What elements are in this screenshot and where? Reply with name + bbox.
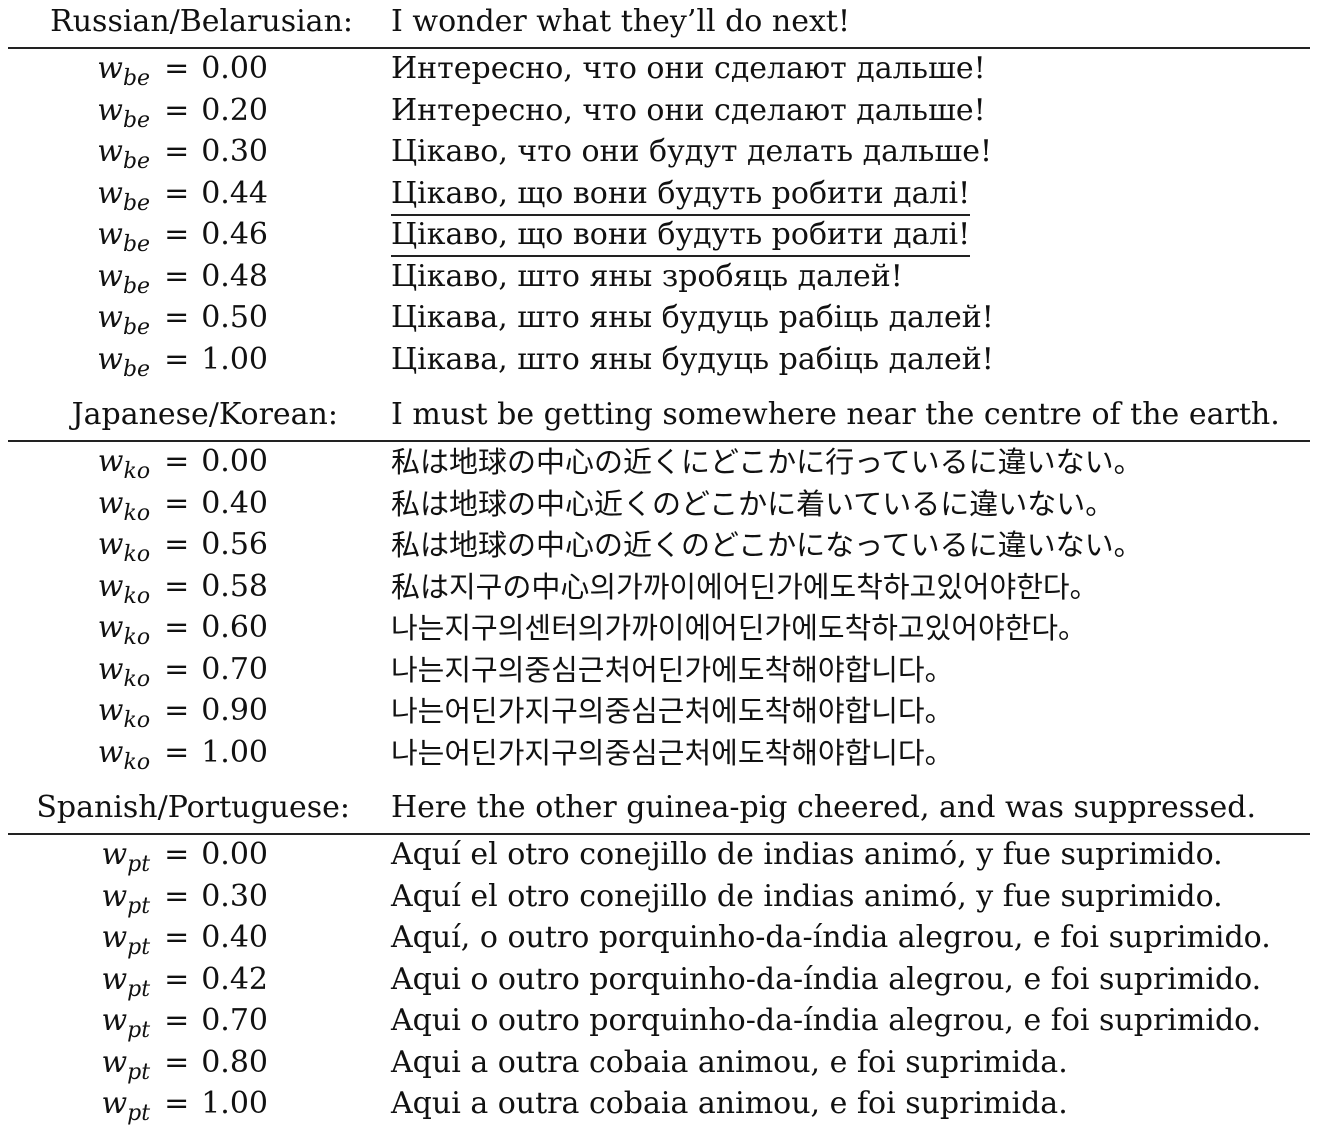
table-row: wko = 0.40 私は地球の中心近くのどこかに着いているに違いない。 — [0, 484, 1318, 526]
table-row: wko = 0.70 나는지구의중심근처어딘가에도착해야합니다。 — [0, 650, 1318, 692]
table-row: wpt = 0.00 Aquí el otro conejillo de india… — [0, 835, 1318, 877]
source-sentence: Here the other guinea-pig cheered, and w… — [391, 790, 1256, 825]
section-header: Japanese/Korean: I must be getting somew… — [8, 393, 1310, 442]
translation-output: Aqui a outra cobaia animou, e foi suprim… — [391, 1086, 1068, 1121]
weight-cell: wko = 1.00 — [97, 734, 268, 775]
translation-output: 나는어딘가지구의중심근처에도착해야합니다。 — [391, 735, 954, 770]
translation-output: Aqui o outro porquinho-da-índia alegrou,… — [391, 1003, 1262, 1038]
table-row: wpt = 0.80 Aqui a outra cobaia animou, e f… — [0, 1043, 1318, 1085]
translation-output: Цікава, што яны будуць рабіць далей! — [391, 300, 994, 335]
table-row: wpt = 0.42 Aqui o outro porquinho-da-índia… — [0, 960, 1318, 1002]
section-header: Spanish/Portuguese: Here the other guine… — [8, 786, 1310, 835]
table-row: wbe = 1.00 Цікава, што яны будуць рабіць д… — [0, 340, 1318, 382]
table-row: wpt = 0.30 Aquí el otro conejillo de india… — [0, 877, 1318, 919]
translation-output: Цікаво, що вони будуть робити далі! — [391, 175, 971, 216]
table-row: wbe = 0.30 Цікаво, что они будут делать да… — [0, 132, 1318, 174]
table-row: wpt = 1.00 Aqui a outra cobaia animou, e f… — [0, 1084, 1318, 1126]
translation-output: Aquí el otro conejillo de indias animó, … — [391, 878, 1223, 914]
table-row: wko = 1.00 나는어딘가지구의중심근처에도착해야합니다。 — [0, 733, 1318, 775]
table-row: wpt = 0.70 Aqui o outro porquinho-da-índia… — [0, 1001, 1318, 1043]
translation-output: Aqui o outro porquinho-da-índia alegrou,… — [391, 961, 1262, 997]
translation-weight-table: Russian/Belarusian: I wonder what they’l… — [0, 0, 1318, 1126]
translation-output: Цікаво, що вони будуть робити далі! — [391, 216, 971, 257]
translation-output: Цікаво, что они будут делать дальше! — [391, 134, 993, 169]
translation-output: 나는지구의센터의가까이에어딘가에도착하고있어야한다。 — [391, 611, 1088, 645]
translation-output: 私は지구の中心의가까이에어딘가에도착하고있어야한다。 — [391, 569, 1099, 604]
translation-output: Интересно, что они сделают дальше! — [391, 92, 986, 128]
section-russian-belarusian: Russian/Belarusian: I wonder what they’l… — [0, 0, 1318, 382]
table-row: wko = 0.60 나는지구의센터의가까이에어딘가에도착하고있어야한다。 — [0, 608, 1318, 650]
language-pair-label: Spanish/Portuguese: — [36, 790, 350, 825]
translation-output: Интересно, что они сделают дальше! — [391, 51, 986, 86]
translation-output: Aqui a outra cobaia animou, e foi suprim… — [391, 1044, 1068, 1080]
section-header: Russian/Belarusian: I wonder what they’l… — [8, 0, 1310, 49]
translation-output: 私は地球の中心の近くにどこかに行っているに違いない。 — [391, 445, 1143, 479]
source-sentence: I wonder what they’ll do next! — [391, 4, 851, 39]
table-row: wbe = 0.20 Интересно, что они сделают даль… — [0, 91, 1318, 133]
table-row: wbe = 0.00 Интересно, что они сделают даль… — [0, 49, 1318, 91]
table-row: wbe = 0.46 Цікаво, що вони будуть робити д… — [0, 215, 1318, 257]
table-row: wbe = 0.50 Цікава, што яны будуць рабіць д… — [0, 298, 1318, 340]
table-row: wpt = 0.40 Aquí, o outro porquinho-da-índi… — [0, 918, 1318, 960]
section-japanese-korean: Japanese/Korean: I must be getting somew… — [0, 393, 1318, 775]
table-row: wko = 0.56 私は地球の中心の近くのどこかになっているに違いない。 — [0, 525, 1318, 567]
language-pair-label: Japanese/Korean: — [71, 397, 338, 432]
source-sentence: I must be getting somewhere near the cen… — [391, 397, 1280, 432]
translation-output: Цікава, што яны будуць рабіць далей! — [391, 341, 994, 377]
translation-output: 私は地球の中心の近くのどこかになっているに違いない。 — [391, 528, 1143, 562]
translation-output: Aquí el otro conejillo de indias animó, … — [391, 837, 1223, 872]
table-row: wko = 0.00 私は地球の中心の近くにどこかに行っているに違いない。 — [0, 442, 1318, 484]
section-spanish-portuguese: Spanish/Portuguese: Here the other guine… — [0, 786, 1318, 1126]
weight-cell: wpt = 1.00 — [101, 1086, 268, 1126]
translation-output: 나는어딘가지구의중심근처에도착해야합니다。 — [391, 694, 954, 728]
table-row: wbe = 0.48 Цікаво, што яны зробяць далей! — [0, 257, 1318, 299]
language-pair-label: Russian/Belarusian: — [50, 4, 353, 39]
translation-output: 나는지구의중심근처어딘가에도착해야합니다。 — [391, 652, 954, 687]
translation-output: Цікаво, што яны зробяць далей! — [391, 258, 903, 294]
translation-output: 私は地球の中心近くのどこかに着いているに違いない。 — [391, 486, 1115, 521]
table-row: wko = 0.58 私は지구の中心의가까이에어딘가에도착하고있어야한다。 — [0, 567, 1318, 609]
weight-cell: wbe = 1.00 — [97, 341, 268, 382]
table-row: wko = 0.90 나는어딘가지구의중심근처에도착해야합니다。 — [0, 691, 1318, 733]
table-row: wbe = 0.44 Цікаво, що вони будуть робити д… — [0, 174, 1318, 216]
translation-output: Aquí, o outro porquinho-da-índia alegrou… — [391, 920, 1271, 955]
